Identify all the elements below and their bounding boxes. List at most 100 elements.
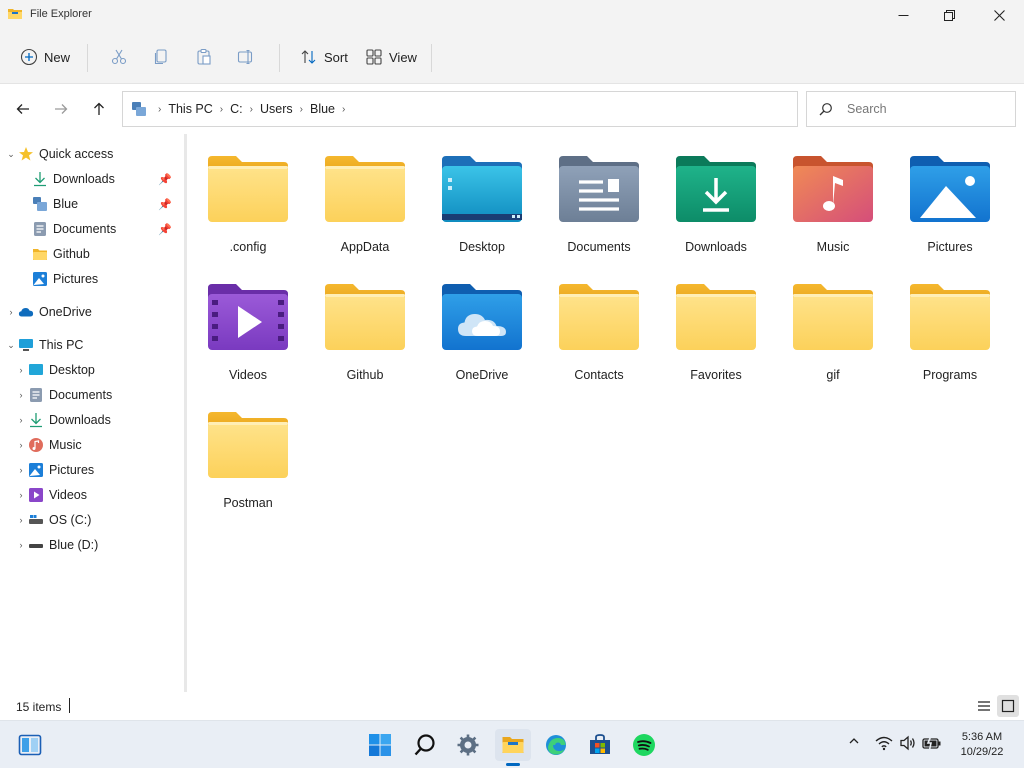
chevron-right-icon[interactable]: › [14,440,28,450]
details-view-button[interactable] [973,695,995,717]
minimize-button[interactable] [880,0,926,30]
cut-button[interactable] [110,40,128,74]
folder-item[interactable]: Documents [544,134,654,254]
close-icon [993,9,1005,21]
folder-item[interactable]: Music [778,134,888,254]
navigation-pane: ⌄ Quick access Downloads 📌 Blue 📌 Docume… [0,134,184,692]
folder-name: Favorites [690,368,742,382]
tiles-view-button[interactable] [997,695,1019,717]
chevron-right-icon[interactable]: › [220,104,223,115]
up-button[interactable] [88,98,110,120]
folder-item[interactable]: Pictures [895,134,1005,254]
sidebar-item-downloads[interactable]: Downloads 📌 [32,167,172,191]
chevron-right-icon[interactable]: › [4,307,18,317]
folder-item[interactable]: AppData [310,134,420,254]
chevron-right-icon[interactable]: › [14,415,28,425]
sidebar-item-blue-d[interactable]: › Blue (D:) [14,533,99,557]
chevron-right-icon[interactable]: › [14,515,28,525]
restore-button[interactable] [926,0,972,30]
sort-icon [301,50,316,64]
sidebar-item-os-c[interactable]: › OS (C:) [14,508,92,532]
sidebar-item-pictures[interactable]: Pictures [32,267,98,291]
spotify-taskbar-button[interactable] [626,729,662,761]
folder-item[interactable]: Github [310,262,420,382]
paste-button[interactable] [195,40,213,74]
file-explorer-taskbar-button[interactable] [495,729,531,761]
breadcrumb-c-drive[interactable]: C: [230,102,243,116]
folder-item[interactable]: gif [778,262,888,382]
folder-name: Music [816,240,850,254]
volume-button[interactable] [899,735,917,751]
settings-taskbar-button[interactable] [450,729,486,761]
battery-button[interactable] [922,735,942,751]
show-hidden-icons-button[interactable] [848,735,860,747]
chevron-right-icon[interactable]: › [250,104,253,115]
back-button[interactable] [12,98,34,120]
sidebar-item-documents-pc[interactable]: › Documents [14,383,112,407]
pin-icon[interactable]: 📌 [158,173,172,186]
folder-item[interactable]: Favorites [661,262,771,382]
new-button[interactable]: New [20,40,70,74]
folder-icon [791,282,875,352]
chevron-right-icon[interactable]: › [300,104,303,115]
sidebar-item-blue[interactable]: Blue 📌 [32,192,172,216]
folder-icon [674,282,758,352]
sidebar-item-videos[interactable]: › Videos [14,483,87,507]
sidebar-item-downloads-pc[interactable]: › Downloads [14,408,111,432]
sidebar-item-pictures-pc[interactable]: › Pictures [14,458,94,482]
search-taskbar-button[interactable] [407,729,443,761]
network-button[interactable] [875,735,893,751]
chevron-down-icon[interactable]: ⌄ [4,340,18,351]
chevron-right-icon[interactable]: › [14,390,28,400]
chevron-right-icon[interactable]: › [14,540,28,550]
view-button[interactable]: View [365,40,417,74]
minimize-icon [898,14,908,16]
sidebar-onedrive[interactable]: › OneDrive [4,300,92,324]
pictures-icon [28,462,44,478]
folder-item[interactable]: Videos [193,262,303,382]
pin-icon[interactable]: 📌 [158,198,172,211]
folder-item[interactable]: Programs [895,262,1005,382]
search-box[interactable] [806,91,1016,127]
widgets-button[interactable] [12,729,48,761]
chevron-right-icon[interactable]: › [14,490,28,500]
close-button[interactable] [976,0,1022,30]
sidebar-item-music[interactable]: › Music [14,433,82,457]
folder-item[interactable]: OneDrive [427,262,537,382]
sidebar-item-documents[interactable]: Documents 📌 [32,217,172,241]
sidebar-item-desktop[interactable]: › Desktop [14,358,95,382]
address-bar[interactable]: › This PC › C: › Users › Blue › [122,91,798,127]
chevron-right-icon[interactable]: › [342,104,345,115]
sidebar-item-github[interactable]: Github [32,242,90,266]
search-icon [414,734,435,756]
folder-item[interactable]: Downloads [661,134,771,254]
rename-button[interactable] [237,40,255,74]
folder-name: AppData [340,240,390,254]
chevron-up-icon [849,738,859,744]
edge-taskbar-button[interactable] [538,729,574,761]
computer-icon [132,102,146,116]
folder-item[interactable]: .config [193,134,303,254]
sidebar-label: Downloads [53,172,115,186]
sort-button[interactable]: Sort [300,40,348,74]
search-input[interactable] [845,101,995,117]
pin-icon[interactable]: 📌 [158,223,172,236]
copy-button[interactable] [152,40,170,74]
chevron-down-icon[interactable]: ⌄ [4,149,18,160]
toolbar-separator [279,44,280,72]
sidebar-quick-access[interactable]: ⌄ Quick access [4,142,113,166]
chevron-right-icon[interactable]: › [14,465,28,475]
folder-item[interactable]: Desktop [427,134,537,254]
toolbar-separator [87,44,88,72]
chevron-right-icon[interactable]: › [14,365,28,375]
forward-button[interactable] [50,98,72,120]
breadcrumb-this-pc[interactable]: This PC [168,102,212,116]
breadcrumb-blue[interactable]: Blue [310,102,335,116]
store-taskbar-button[interactable] [582,729,618,761]
start-button[interactable] [362,729,398,761]
folder-item[interactable]: Contacts [544,262,654,382]
clock[interactable]: 5:36 AM 10/29/22 [948,730,1016,760]
folder-item[interactable]: Postman [193,390,303,510]
sidebar-this-pc[interactable]: ⌄ This PC [4,333,83,357]
breadcrumb-users[interactable]: Users [260,102,293,116]
